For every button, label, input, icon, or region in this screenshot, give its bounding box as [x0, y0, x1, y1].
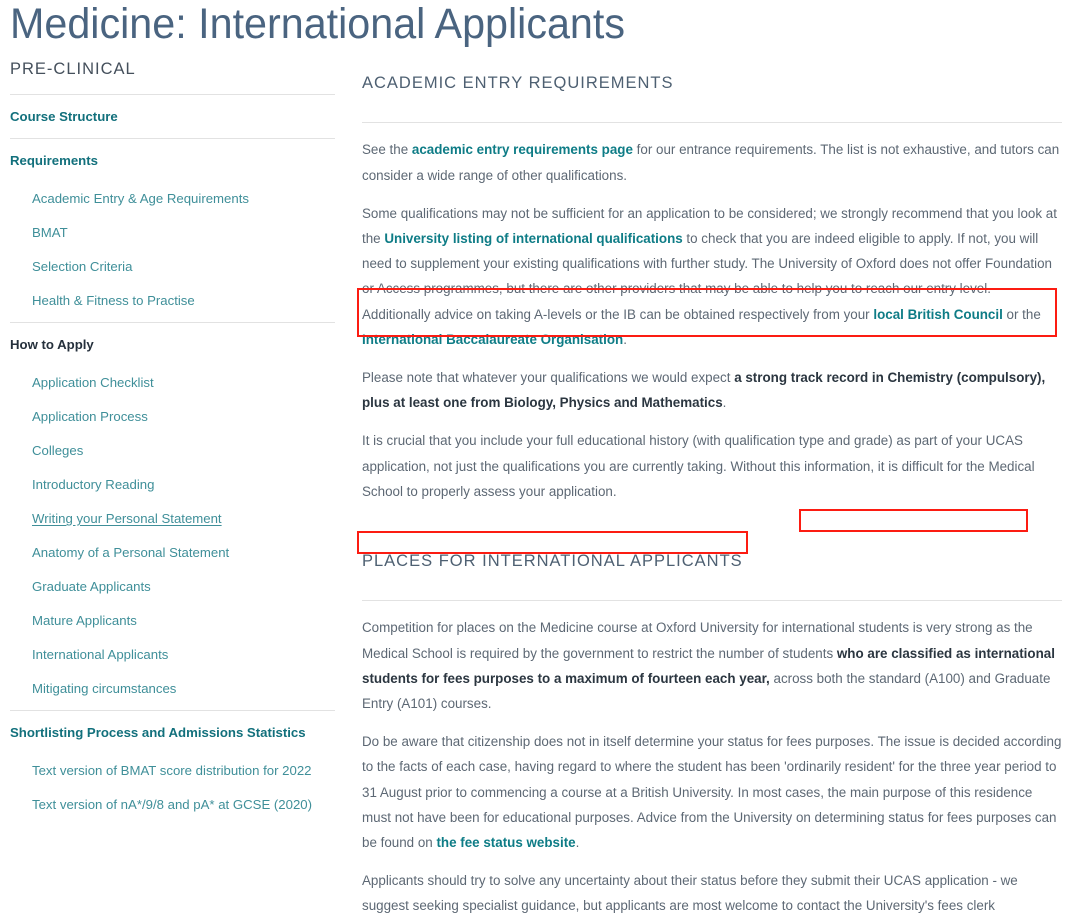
section-academic-entry-requirements: ACADEMIC ENTRY REQUIREMENTS See the acad… [362, 74, 1062, 504]
sidebar-item-gcse-text-version-2020[interactable]: Text version of nA*/9/8 and pA* at GCSE … [10, 788, 335, 822]
sidebar-section-title: PRE-CLINICAL [10, 60, 136, 78]
sidebar-item-application-process[interactable]: Application Process [10, 400, 335, 434]
paragraph-resolve-status-uncertainty: Applicants should try to solve any uncer… [362, 873, 1018, 914]
paragraph-educational-history: It is crucial that you include your full… [362, 433, 1035, 499]
sidebar-item-writing-your-personal-statement[interactable]: Writing your Personal Statement [10, 502, 335, 536]
link-university-listing-international-qualifications[interactable]: University listing of international qual… [384, 231, 682, 246]
text-fragment: . [623, 331, 627, 347]
sidebar-item-course-structure[interactable]: Course Structure [10, 95, 335, 138]
sidebar-item-academic-entry-age-requirements[interactable]: Academic Entry & Age Requirements [10, 182, 335, 216]
sidebar-group-shortlisting: Shortlisting Process and Admissions Stat… [10, 711, 335, 822]
sidebar-item-international-applicants[interactable]: International Applicants [10, 638, 335, 672]
page-title: Medicine: International Applicants [10, 0, 625, 48]
sidebar-item-anatomy-of-a-personal-statement[interactable]: Anatomy of a Personal Statement [10, 536, 335, 570]
sidebar-item-introductory-reading[interactable]: Introductory Reading [10, 468, 335, 502]
link-fee-status-website[interactable]: the fee status website [436, 835, 575, 850]
paragraph-chemistry-track-record: Please note that whatever your qualifica… [362, 352, 1062, 415]
paragraph-qualifications-sufficiency: Some qualifications may not be sufficien… [362, 188, 1062, 352]
link-academic-entry-requirements-page[interactable]: academic entry requirements page [412, 142, 633, 157]
text-fragment: or the [1002, 306, 1041, 322]
paragraph-competition-for-places: Competition for places on the Medicine c… [362, 601, 1062, 716]
sidebar-item-mitigating-circumstances[interactable]: Mitigating circumstances [10, 672, 335, 706]
section-places-for-international-applicants: PLACES FOR INTERNATIONAL APPLICANTS Comp… [362, 552, 1062, 919]
sidebar-item-application-checklist[interactable]: Application Checklist [10, 366, 335, 400]
sidebar-item-mature-applicants[interactable]: Mature Applicants [10, 604, 335, 638]
sidebar-item-bmat[interactable]: BMAT [10, 216, 335, 250]
sidebar-navigation: PRE-CLINICAL Course Structure Requiremen… [10, 60, 335, 822]
sidebar-item-health-fitness-to-practise[interactable]: Health & Fitness to Practise [10, 284, 335, 318]
sidebar-item-requirements[interactable]: Requirements [10, 139, 335, 182]
sidebar-item-shortlisting-process[interactable]: Shortlisting Process and Admissions Stat… [10, 711, 335, 754]
paragraph-citizenship-fee-status: Do be aware that citizenship does not in… [362, 716, 1062, 855]
sidebar-group-requirements: Requirements Academic Entry & Age Requir… [10, 139, 335, 322]
sidebar-group-how-to-apply: How to Apply Application Checklist Appli… [10, 323, 335, 710]
section-heading-places-for-international-applicants: PLACES FOR INTERNATIONAL APPLICANTS [362, 551, 743, 570]
sidebar-item-graduate-applicants[interactable]: Graduate Applicants [10, 570, 335, 604]
text-fragment: Do be aware that citizenship does not in… [362, 734, 1062, 851]
sidebar-group-course-structure: Course Structure [10, 95, 335, 138]
sidebar-item-colleges[interactable]: Colleges [10, 434, 335, 468]
text-fragment: . [722, 395, 727, 411]
text-fragment: Please note that whatever your qualifica… [362, 370, 735, 385]
paragraph-entry-requirements-intro: See the academic entry requirements page… [362, 123, 1062, 187]
sidebar-item-how-to-apply[interactable]: How to Apply [10, 323, 335, 366]
text-fragment: . [575, 835, 580, 851]
sidebar-item-bmat-score-distribution-2022[interactable]: Text version of BMAT score distribution … [10, 754, 335, 788]
section-heading-academic-entry-requirements: ACADEMIC ENTRY REQUIREMENTS [362, 73, 674, 92]
link-local-british-council[interactable]: local British Council [873, 307, 1002, 322]
text-fragment: See the [362, 142, 412, 158]
link-international-baccalaureate-organisation[interactable]: International Baccalaureate Organisation [362, 332, 623, 347]
main-content: ACADEMIC ENTRY REQUIREMENTS See the acad… [362, 60, 1062, 919]
sidebar-item-selection-criteria[interactable]: Selection Criteria [10, 250, 335, 284]
